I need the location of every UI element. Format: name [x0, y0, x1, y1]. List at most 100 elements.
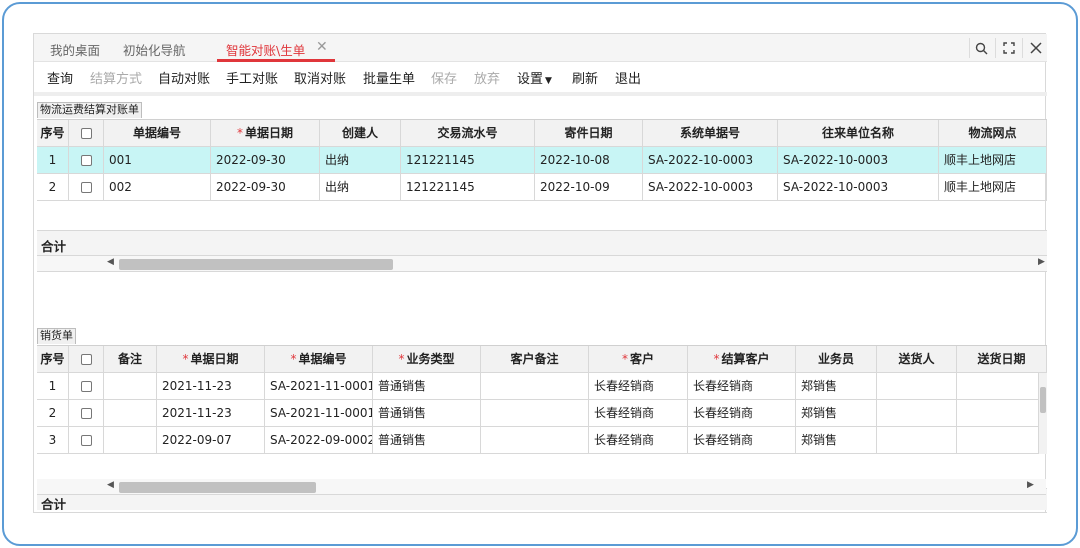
cell-customer[interactable]: 长春经销商: [589, 427, 688, 454]
cell-checkbox[interactable]: [69, 427, 104, 454]
col-header-index[interactable]: 序号: [37, 346, 69, 373]
cell-doc-date[interactable]: 2022-09-30: [211, 147, 320, 174]
select-all-checkbox[interactable]: [80, 354, 92, 365]
select-all-checkbox[interactable]: [80, 128, 92, 139]
cell-creator[interactable]: 出纳: [320, 174, 401, 201]
col-header-doc-no[interactable]: 单据编号: [104, 120, 211, 147]
col-header-select-all[interactable]: [69, 346, 104, 373]
cell-biz-type[interactable]: 普通销售: [373, 427, 481, 454]
cell-customer-remark[interactable]: [481, 427, 589, 454]
exit-button[interactable]: 退出: [615, 68, 641, 87]
manual-reconcile-button[interactable]: 手工对账: [226, 68, 278, 87]
cancel-reconcile-button[interactable]: 取消对账: [294, 68, 346, 87]
row-checkbox[interactable]: [80, 435, 92, 446]
cell-doc-no[interactable]: 002: [104, 174, 211, 201]
cell-doc-no[interactable]: SA-2022-09-0002: [265, 427, 373, 454]
refresh-button[interactable]: 刷新: [572, 68, 598, 87]
col-header-creator[interactable]: 创建人: [320, 120, 401, 147]
cell-doc-no[interactable]: SA-2021-11-0001: [265, 373, 373, 400]
cell-settle-customer[interactable]: 长春经销商: [688, 400, 796, 427]
cell-delivery-date[interactable]: [957, 373, 1039, 400]
cell-doc-no[interactable]: SA-2021-11-0001: [265, 400, 373, 427]
cell-customer[interactable]: 长春经销商: [589, 373, 688, 400]
cell-salesman[interactable]: 郑销售: [796, 400, 877, 427]
table-row[interactable]: 2 2021-11-23 SA-2021-11-0001 普通销售 长春经销商 …: [37, 400, 1047, 427]
table-row[interactable]: 1 001 2022-09-30 出纳 121221145 2022-10-08…: [37, 147, 1047, 174]
cell-doc-date[interactable]: 2022-09-07: [157, 427, 265, 454]
col-header-sys-doc-no[interactable]: 系统单据号: [643, 120, 778, 147]
discard-button[interactable]: 放弃: [474, 68, 500, 87]
cell-deliverer[interactable]: [877, 373, 957, 400]
cell-deliverer[interactable]: [877, 427, 957, 454]
col-header-ship-date[interactable]: 寄件日期: [535, 120, 643, 147]
cell-partner[interactable]: SA-2022-10-0003: [778, 174, 939, 201]
col-header-remark[interactable]: 备注: [104, 346, 157, 373]
horizontal-scrollbar[interactable]: ◀ ▶: [37, 256, 1047, 272]
settings-dropdown[interactable]: 设置 ▼: [517, 68, 552, 87]
col-header-doc-no[interactable]: * 单据编号: [265, 346, 373, 373]
vertical-scrollbar[interactable]: [1039, 373, 1047, 454]
cell-checkbox[interactable]: [69, 147, 104, 174]
cell-salesman[interactable]: 郑销售: [796, 373, 877, 400]
horizontal-scrollbar[interactable]: ◀ ▶: [37, 479, 1046, 495]
search-icon[interactable]: [971, 38, 991, 58]
cell-txn-no[interactable]: 121221145: [401, 174, 535, 201]
cell-remark[interactable]: [104, 400, 157, 427]
cell-settle-customer[interactable]: 长春经销商: [688, 427, 796, 454]
row-checkbox[interactable]: [80, 155, 92, 166]
maximize-icon[interactable]: [999, 38, 1019, 58]
cell-customer-remark[interactable]: [481, 400, 589, 427]
cell-biz-type[interactable]: 普通销售: [373, 400, 481, 427]
settlement-method-button[interactable]: 结算方式: [90, 68, 142, 87]
row-checkbox[interactable]: [80, 408, 92, 419]
tab-smart-reconcile[interactable]: 智能对账\生单: [226, 40, 305, 59]
col-header-delivery-date[interactable]: 送货日期: [957, 346, 1047, 373]
cell-ship-date[interactable]: 2022-10-09: [535, 174, 643, 201]
scrollbar-thumb[interactable]: [119, 259, 393, 270]
scroll-left-icon[interactable]: ◀: [107, 257, 114, 267]
scroll-right-icon[interactable]: ▶: [1038, 257, 1045, 267]
col-header-customer-remark[interactable]: 客户备注: [481, 346, 589, 373]
table-row[interactable]: 2 002 2022-09-30 出纳 121221145 2022-10-09…: [37, 174, 1047, 201]
cell-logistics-point[interactable]: 顺丰上地网店: [939, 147, 1047, 174]
tab-init-nav[interactable]: 初始化导航: [123, 40, 186, 59]
tab-close-icon[interactable]: ✕: [316, 39, 328, 55]
cell-biz-type[interactable]: 普通销售: [373, 373, 481, 400]
cell-remark[interactable]: [104, 373, 157, 400]
tab-desktop[interactable]: 我的桌面: [50, 40, 100, 59]
cell-delivery-date[interactable]: [957, 400, 1039, 427]
cell-doc-date[interactable]: 2021-11-23: [157, 400, 265, 427]
scroll-right-icon[interactable]: ▶: [1027, 480, 1034, 490]
cell-salesman[interactable]: 郑销售: [796, 427, 877, 454]
col-header-doc-date[interactable]: * 单据日期: [157, 346, 265, 373]
cell-doc-no[interactable]: 001: [104, 147, 211, 174]
table-row[interactable]: 3 2022-09-07 SA-2022-09-0002 普通销售 长春经销商 …: [37, 427, 1047, 454]
cell-settle-customer[interactable]: 长春经销商: [688, 373, 796, 400]
query-button[interactable]: 查询: [47, 68, 73, 87]
cell-checkbox[interactable]: [69, 174, 104, 201]
cell-doc-date[interactable]: 2022-09-30: [211, 174, 320, 201]
cell-customer-remark[interactable]: [481, 373, 589, 400]
cell-sys-doc-no[interactable]: SA-2022-10-0003: [643, 147, 778, 174]
cell-txn-no[interactable]: 121221145: [401, 147, 535, 174]
col-header-index[interactable]: 序号: [37, 120, 69, 147]
col-header-select-all[interactable]: [69, 120, 104, 147]
auto-reconcile-button[interactable]: 自动对账: [158, 68, 210, 87]
cell-checkbox[interactable]: [69, 373, 104, 400]
cell-logistics-point[interactable]: 顺丰上地网店: [939, 174, 1047, 201]
col-header-salesman[interactable]: 业务员: [796, 346, 877, 373]
col-header-txn-no[interactable]: 交易流水号: [401, 120, 535, 147]
cell-ship-date[interactable]: 2022-10-08: [535, 147, 643, 174]
cell-remark[interactable]: [104, 427, 157, 454]
table-row[interactable]: 1 2021-11-23 SA-2021-11-0001 普通销售 长春经销商 …: [37, 373, 1047, 400]
col-header-doc-date[interactable]: * 单据日期: [211, 120, 320, 147]
cell-doc-date[interactable]: 2021-11-23: [157, 373, 265, 400]
row-checkbox[interactable]: [80, 381, 92, 392]
col-header-partner[interactable]: 往来单位名称: [778, 120, 939, 147]
scroll-left-icon[interactable]: ◀: [107, 480, 114, 490]
col-header-logistics-point[interactable]: 物流网点: [939, 120, 1047, 147]
cell-partner[interactable]: SA-2022-10-0003: [778, 147, 939, 174]
cell-checkbox[interactable]: [69, 400, 104, 427]
col-header-deliverer[interactable]: 送货人: [877, 346, 957, 373]
cell-creator[interactable]: 出纳: [320, 147, 401, 174]
